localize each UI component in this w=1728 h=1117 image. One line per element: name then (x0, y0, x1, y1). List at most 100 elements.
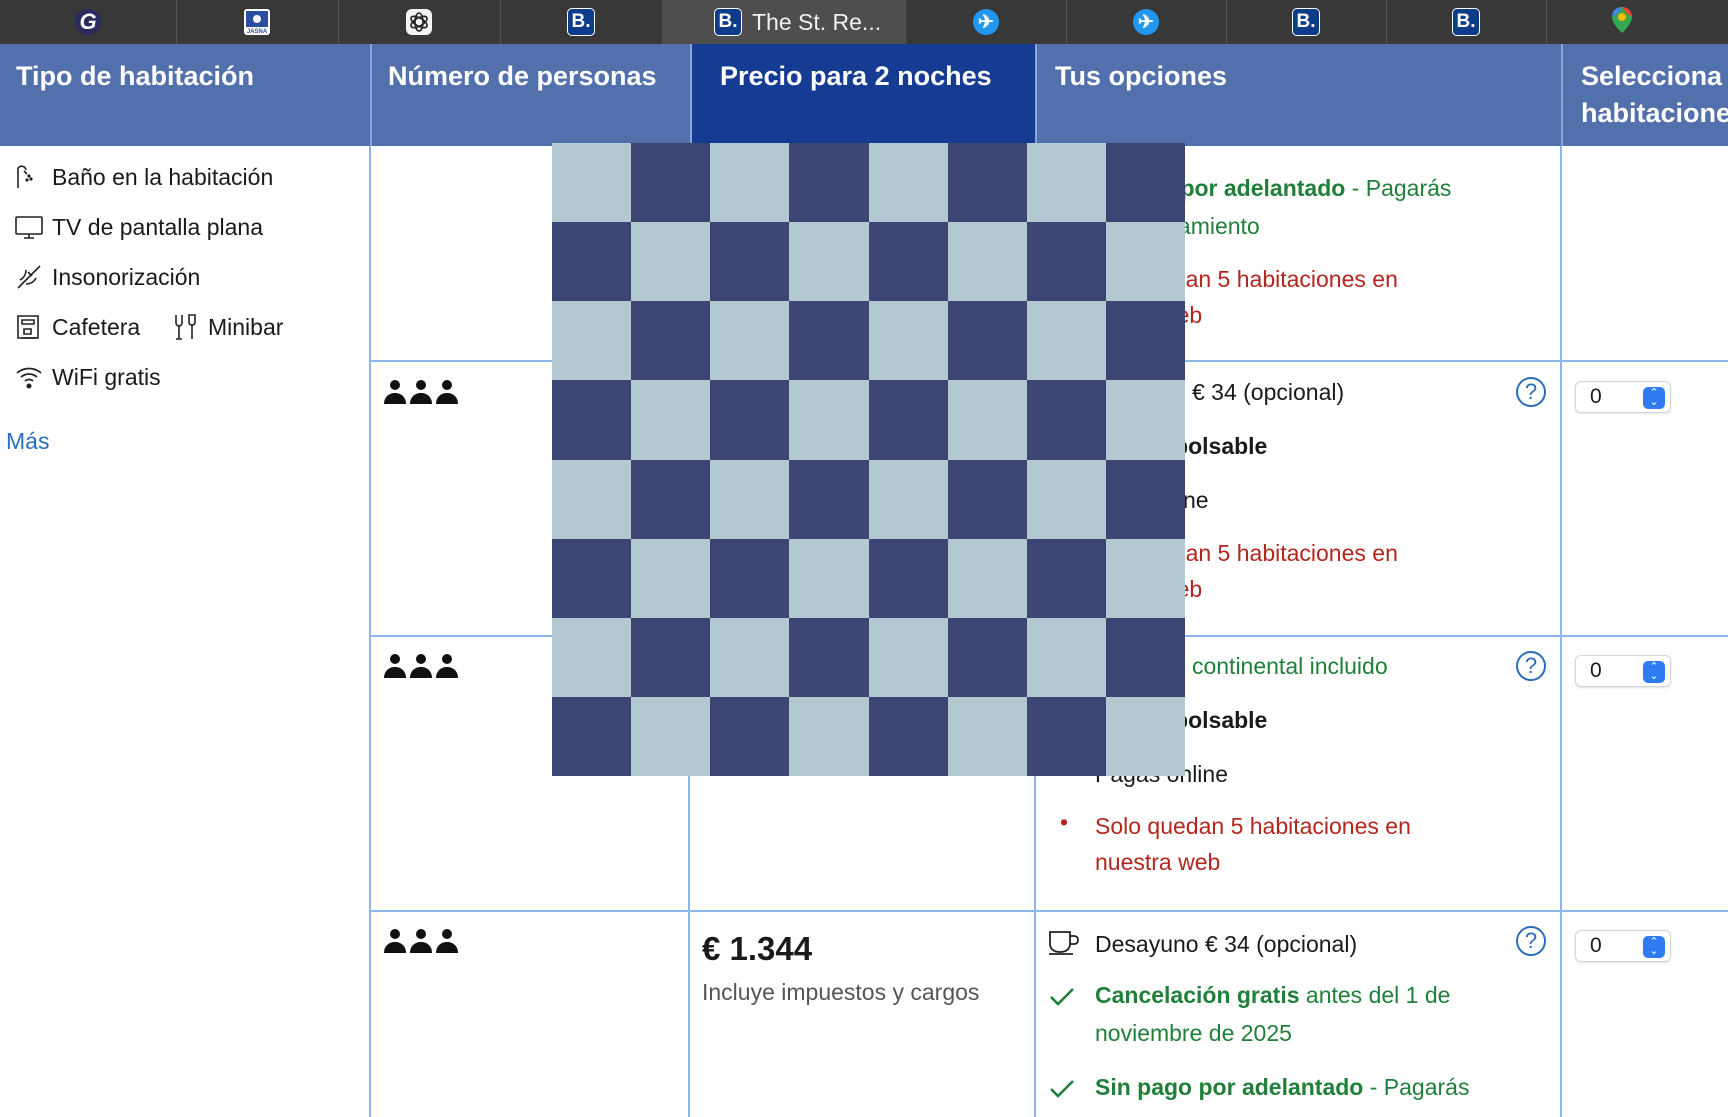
checker-square (710, 380, 790, 460)
header-options[interactable]: Tus opciones (1037, 44, 1563, 146)
checkmark-icon (1050, 1080, 1074, 1098)
wifi-icon (16, 367, 42, 389)
plane-icon: ✈ (973, 9, 999, 35)
tab-flights-2[interactable]: ✈ (1066, 0, 1227, 44)
checker-square (710, 538, 790, 618)
header-price[interactable]: Precio para 2 noches (692, 44, 1037, 146)
cancellation-bold: Cancelación gratis (1095, 982, 1300, 1008)
checker-square (1026, 538, 1106, 618)
checker-square (552, 538, 632, 618)
tab-booking-3[interactable]: B. (1386, 0, 1547, 44)
jasna-icon: JASNA (244, 9, 270, 35)
help-icon[interactable]: ? (1516, 926, 1546, 956)
checker-square (1105, 459, 1185, 539)
checker-square (710, 301, 790, 381)
prepayment-bold: Sin pago por adelantado (1095, 1074, 1364, 1100)
prepayment-option: o por adelantado - Pagarás (1160, 170, 1451, 207)
checker-square (1026, 380, 1106, 460)
bullet-icon: • (1060, 809, 1069, 835)
tab-booking-active[interactable]: B. The St. Re... (662, 0, 906, 44)
tab-flights-1[interactable]: ✈ (906, 0, 1067, 44)
checker-square (868, 380, 948, 460)
header-room-type[interactable]: Tipo de habitación (0, 44, 372, 146)
checker-square (631, 301, 711, 381)
checker-square (1026, 696, 1106, 776)
checker-square (552, 617, 632, 697)
checker-square (631, 696, 711, 776)
checker-square (789, 696, 869, 776)
tab-grammarly[interactable]: G (0, 0, 177, 44)
checker-square (947, 617, 1027, 697)
person-icon (384, 380, 458, 404)
checker-square (710, 459, 790, 539)
checker-square (1105, 222, 1185, 302)
checker-square (631, 380, 711, 460)
free-cancellation: Cancelación gratis antes del 1 de (1095, 977, 1450, 1014)
minibar-icon (175, 314, 196, 340)
persons-icon-group (382, 927, 460, 957)
no-prepayment: Sin pago por adelantado - Pagarás (1095, 1069, 1469, 1106)
select-value: 0 (1590, 934, 1602, 957)
cancellation-rest: antes del 1 de (1299, 982, 1451, 1008)
scarcity-text: Solo quedan 5 habitaciones en (1095, 813, 1411, 839)
checker-square (1026, 143, 1106, 223)
tab-booking-2[interactable]: B. (1226, 0, 1387, 44)
plane-icon: ✈ (1133, 9, 1159, 35)
facility-soundproof: Insonorización (14, 262, 200, 292)
tab-maps[interactable] (1546, 0, 1698, 44)
facility-wifi: WiFi gratis (14, 362, 161, 392)
booking-icon: B. (714, 8, 742, 36)
facility-label: Cafetera (52, 313, 141, 340)
room-quantity-select[interactable]: 0 ⌃ ⌄ (1575, 381, 1671, 413)
breakfast-option: Desayuno € 34 (opcional) (1095, 931, 1358, 957)
checker-square (789, 538, 869, 618)
checker-square (1105, 538, 1185, 618)
person-icon (384, 654, 458, 678)
room-quantity-select[interactable]: 0 ⌃ ⌄ (1575, 655, 1671, 687)
header-select-line1: Selecciona (1581, 61, 1723, 91)
checker-square (1105, 380, 1185, 460)
prepayment-rest: - Pagarás (1363, 1074, 1470, 1100)
chevron-updown-icon: ⌃ ⌄ (1643, 387, 1665, 409)
more-link[interactable]: Más (6, 428, 49, 455)
facility-minibar: Minibar (170, 312, 283, 342)
prepayment-bold: o por adelantado (1160, 175, 1346, 201)
checker-square (631, 617, 711, 697)
checker-square (868, 459, 948, 539)
prepayment-rest: - Pagarás (1345, 175, 1452, 201)
checker-square (631, 222, 711, 302)
facility-label: TV de pantalla plana (52, 213, 263, 240)
room-quantity-select[interactable]: 0 ⌃ ⌄ (1575, 930, 1671, 962)
checker-square (1105, 617, 1185, 697)
checker-square (631, 538, 711, 618)
facility-bathroom: Baño en la habitación (14, 162, 273, 192)
tab-chatgpt[interactable] (338, 0, 501, 44)
persons-icon-group (382, 652, 460, 682)
checker-square (710, 143, 790, 223)
checker-square (789, 301, 869, 381)
bathtub-icon (17, 165, 33, 188)
checker-square (552, 696, 632, 776)
room-price: € 1.344 (702, 930, 813, 967)
checker-square (868, 696, 948, 776)
checker-square (552, 459, 632, 539)
help-icon[interactable]: ? (1516, 651, 1546, 681)
checker-square (868, 538, 948, 618)
col-divider (1560, 146, 1562, 1117)
checker-square (789, 617, 869, 697)
tab-jasna[interactable]: JASNA (176, 0, 339, 44)
facility-coffee: Cafetera (14, 312, 140, 342)
checker-square (789, 143, 869, 223)
tab-booking-1[interactable]: B. (500, 0, 663, 44)
checker-square (947, 143, 1027, 223)
price-note: Incluye impuestos y cargos (702, 979, 980, 1005)
scarcity-text: edan 5 habitaciones en (1160, 266, 1398, 292)
checker-square (552, 380, 632, 460)
header-persons[interactable]: Número de personas (372, 44, 692, 146)
facility-tv: TV de pantalla plana (14, 212, 263, 242)
header-select-rooms[interactable]: Selecciona habitaciones (1563, 44, 1728, 146)
checker-square (789, 380, 869, 460)
booking-icon: B. (1292, 8, 1320, 36)
checker-square (947, 696, 1027, 776)
help-icon[interactable]: ? (1516, 377, 1546, 407)
